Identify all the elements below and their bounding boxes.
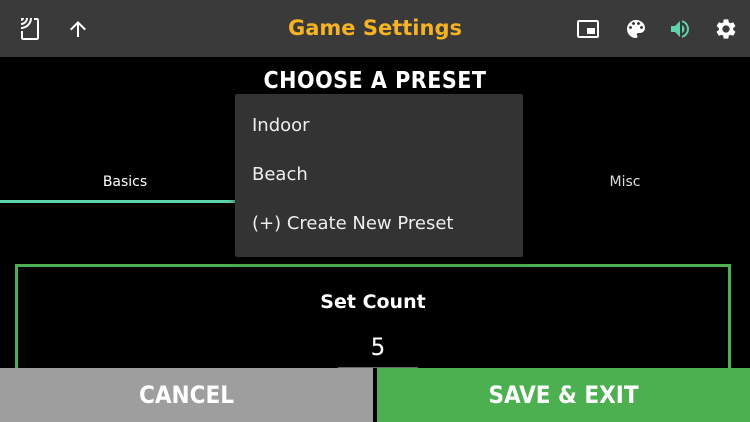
active-tab-indicator — [0, 200, 250, 203]
tab-misc[interactable]: Misc — [500, 160, 750, 202]
tab-basics[interactable]: Basics — [0, 160, 250, 202]
cancel-button[interactable]: CANCEL — [0, 368, 373, 422]
preset-option-beach[interactable]: Beach — [252, 164, 308, 185]
create-new-preset-option[interactable]: (+) Create New Preset — [252, 213, 454, 234]
palette-icon[interactable] — [622, 15, 650, 43]
volume-icon[interactable] — [666, 15, 694, 43]
top-app-bar: Game Settings — [0, 0, 750, 57]
set-count-input[interactable]: 5 — [338, 327, 418, 368]
preset-option-indoor[interactable]: Indoor — [252, 115, 310, 136]
save-exit-button[interactable]: SAVE & EXIT — [377, 368, 750, 422]
gear-icon[interactable] — [712, 15, 740, 43]
set-count-label: Set Count — [320, 291, 426, 313]
preset-heading: CHOOSE A PRESET — [263, 68, 487, 94]
picture-in-picture-icon[interactable] — [574, 15, 602, 43]
preset-dropdown-menu: Indoor Beach (+) Create New Preset — [235, 94, 523, 257]
